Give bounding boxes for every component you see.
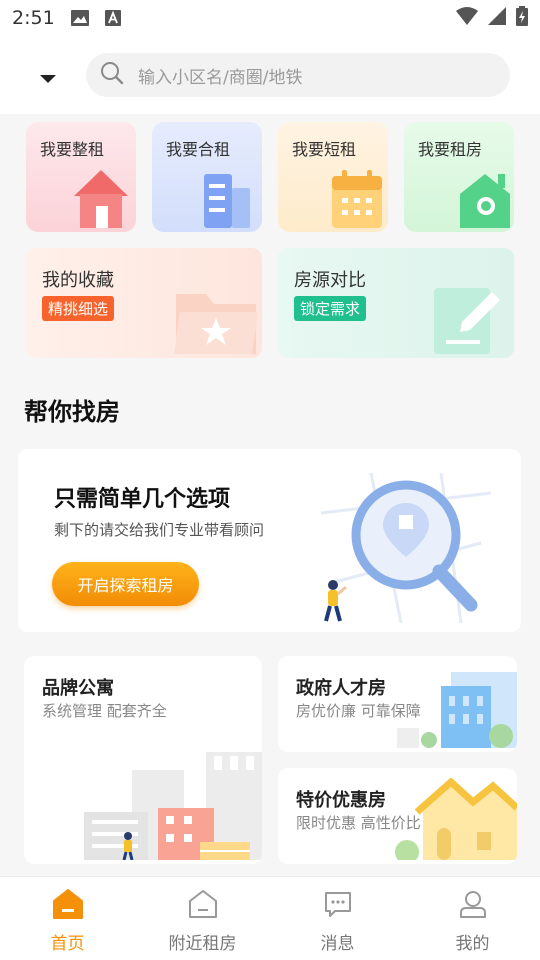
tile-label: 我要合租 xyxy=(166,140,231,159)
office-building-icon xyxy=(393,668,517,752)
talent-housing-title: 政府人才房 xyxy=(296,678,386,699)
compare-badge: 锁定需求 xyxy=(294,296,367,321)
cottage-icon xyxy=(393,777,517,864)
help-find-section-title: 帮你找房 xyxy=(24,398,120,426)
explore-card-subtitle: 剩下的请交给我们专业带看顾问 xyxy=(54,521,265,539)
message-icon xyxy=(323,889,353,923)
search-icon xyxy=(100,61,124,89)
user-icon xyxy=(458,889,488,923)
brand-apartment-title: 品牌公寓 xyxy=(42,678,114,699)
magnifier-map-icon xyxy=(311,472,501,627)
battery-icon xyxy=(516,5,528,31)
calendar-icon xyxy=(322,168,388,232)
explore-card-title: 只需简单几个选项 xyxy=(54,487,231,512)
bottom-tabbar: 首页 附近租房 消息 我的 xyxy=(0,876,540,960)
tile-label: 我要租房 xyxy=(418,140,483,159)
tab-label: 我的 xyxy=(455,934,490,954)
city-buildings-icon xyxy=(24,700,262,864)
status-time: 2:51 xyxy=(12,7,55,29)
compare-title: 房源对比 xyxy=(294,270,366,291)
image-notification-icon xyxy=(70,10,89,26)
status-bar: 2:51 xyxy=(0,0,540,36)
favorites-card[interactable]: 我的收藏 精挑细选 xyxy=(26,248,262,358)
tab-nearby-rent[interactable]: 附近租房 xyxy=(135,877,270,960)
tab-label: 附近租房 xyxy=(168,934,237,954)
search-placeholder: 输入小区名/商圈/地铁 xyxy=(138,67,303,88)
tile-short-rent[interactable]: 我要短租 xyxy=(278,122,388,232)
brand-apartment-card[interactable]: 品牌公寓 系统管理 配套齐全 xyxy=(24,656,262,864)
a-notification-icon xyxy=(104,10,121,26)
tile-find-rent[interactable]: 我要租房 xyxy=(404,122,514,232)
folder-star-icon xyxy=(166,284,262,358)
house-icon xyxy=(66,166,136,232)
building-icon xyxy=(192,170,262,232)
tab-mine[interactable]: 我的 xyxy=(405,877,540,960)
tab-label: 消息 xyxy=(320,934,355,954)
wifi-icon xyxy=(456,6,478,30)
tab-messages[interactable]: 消息 xyxy=(270,877,405,960)
start-explore-button[interactable]: 开启探索租房 xyxy=(52,562,199,606)
tile-label: 我要整租 xyxy=(40,140,105,159)
home-icon xyxy=(52,889,83,923)
discount-housing-title: 特价优惠房 xyxy=(296,790,386,811)
search-input[interactable]: 输入小区名/商圈/地铁 xyxy=(86,53,510,97)
signal-icon xyxy=(488,6,506,30)
favorites-title: 我的收藏 xyxy=(42,270,114,291)
discount-housing-card[interactable]: 特价优惠房 限时优惠 高性价比 xyxy=(278,768,517,864)
note-edit-icon xyxy=(418,278,514,358)
home-search-icon xyxy=(448,168,514,232)
header: 输入小区名/商圈/地铁 xyxy=(0,36,540,114)
compare-card[interactable]: 房源对比 锁定需求 xyxy=(278,248,514,358)
tab-home[interactable]: 首页 xyxy=(0,877,135,960)
talent-housing-card[interactable]: 政府人才房 房优价廉 可靠保障 xyxy=(278,656,517,752)
tab-label: 首页 xyxy=(50,934,85,954)
tile-shared-rent[interactable]: 我要合租 xyxy=(152,122,262,232)
explore-rent-card: 只需简单几个选项 剩下的请交给我们专业带看顾问 开启探索租房 xyxy=(18,449,521,632)
favorites-badge: 精挑细选 xyxy=(42,296,115,321)
tile-label: 我要短租 xyxy=(292,140,357,159)
tile-whole-rent[interactable]: 我要整租 xyxy=(26,122,136,232)
nearby-house-icon xyxy=(188,889,218,923)
city-dropdown-icon[interactable] xyxy=(38,70,58,83)
